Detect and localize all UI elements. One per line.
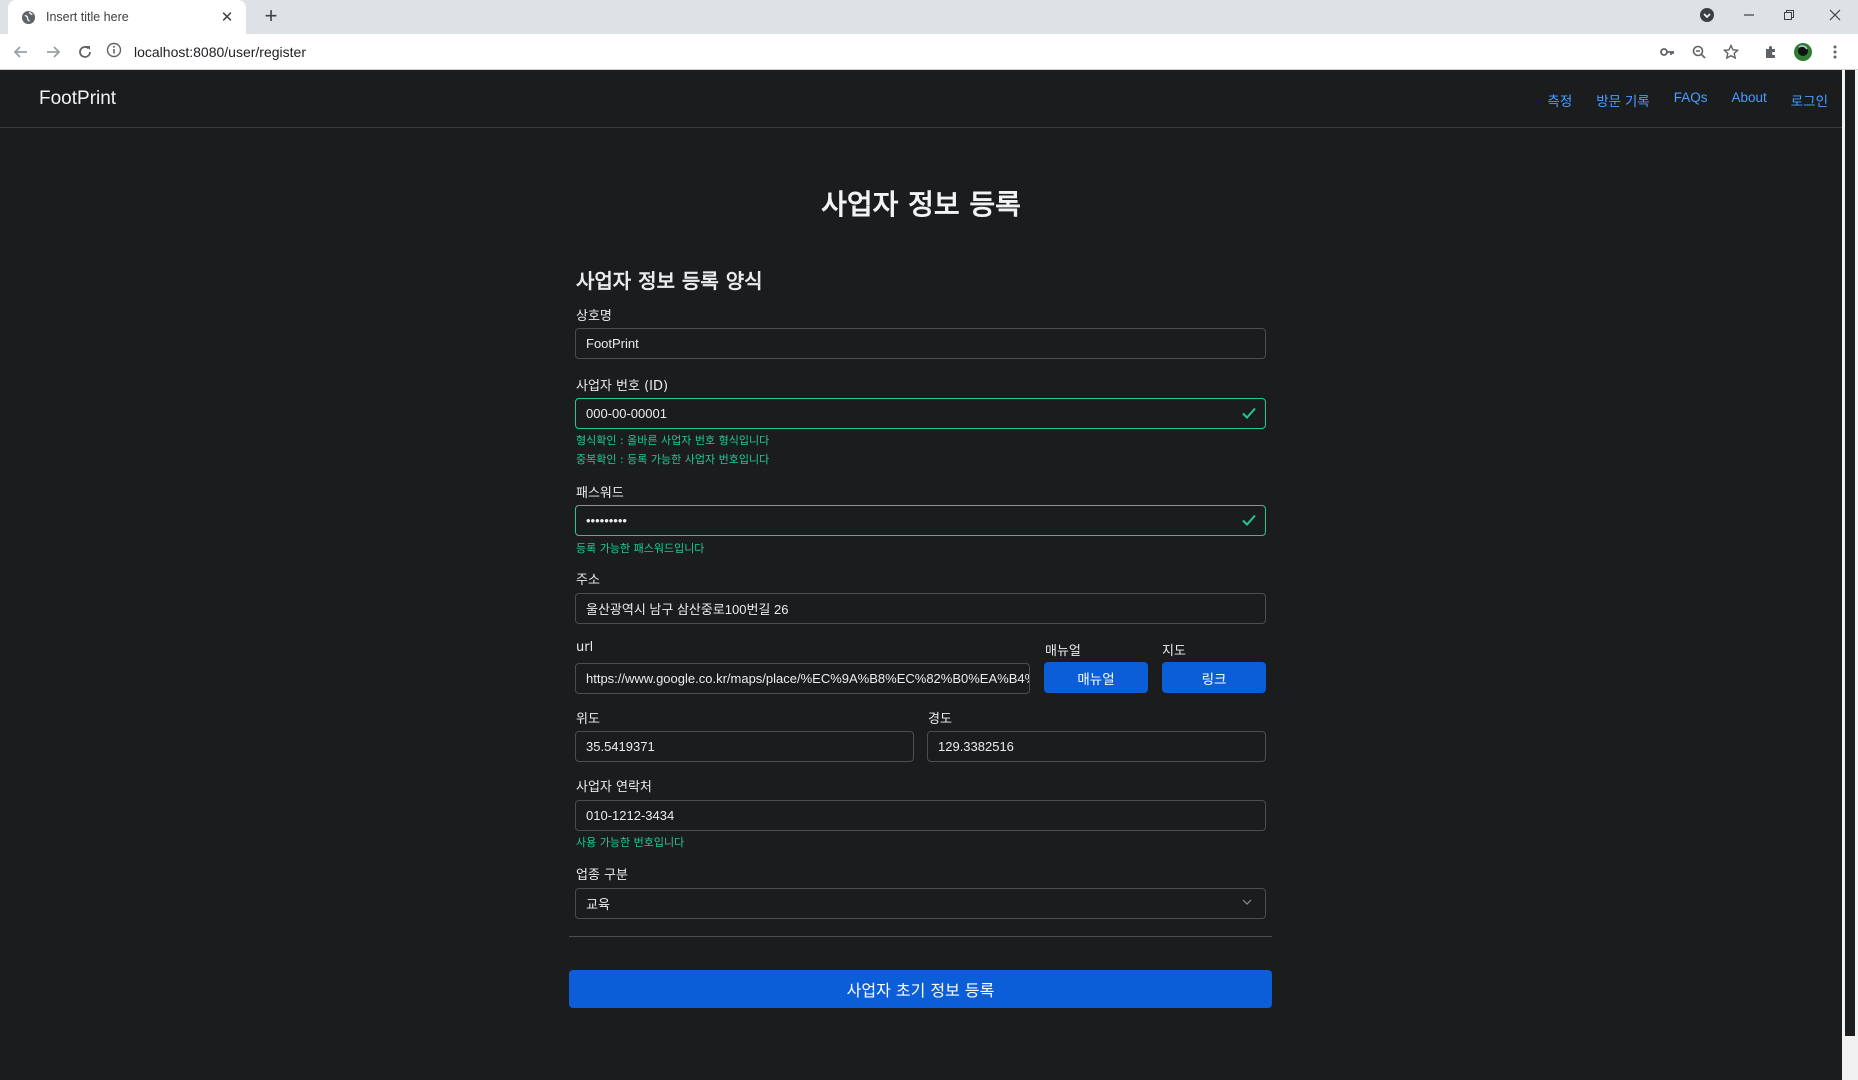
latitude-input[interactable]: 35.5419371 (575, 731, 914, 762)
nav-link-visit-history[interactable]: 방문 기록 (1596, 90, 1649, 110)
latitude-label: 위도 (576, 712, 600, 727)
contact-input[interactable]: 010-1212-3434 (575, 800, 1266, 831)
address-label: 주소 (576, 573, 600, 588)
back-icon[interactable] (10, 41, 32, 63)
business-name-label: 상호명 (576, 309, 612, 324)
address-input[interactable]: 울산광역시 남구 삼산중로100번길 26 (575, 593, 1266, 624)
profile-dropdown-icon[interactable] (1690, 0, 1724, 30)
tab-title: Insert title here (46, 10, 129, 24)
nav-link-measure[interactable]: 측정 (1547, 90, 1572, 110)
form-title: 사업자 정보 등록 양식 (576, 269, 763, 293)
business-number-label: 사업자 번호 (ID) (576, 379, 669, 394)
key-icon[interactable] (1656, 41, 1678, 63)
tab-close-icon[interactable]: ✕ (218, 8, 236, 26)
restore-icon[interactable] (1766, 0, 1812, 30)
password-label: 패스워드 (576, 486, 624, 501)
latitude-value: 35.5419371 (586, 739, 655, 754)
manual-label: 매뉴얼 (1045, 644, 1081, 659)
business-number-value: 000-00-00001 (586, 406, 667, 421)
business-number-duplicate-msg: 중복확인 : 등록 가능한 사업자 번호입니다 (576, 453, 770, 466)
zoom-icon[interactable] (1688, 41, 1710, 63)
manual-button[interactable]: 매뉴얼 (1044, 662, 1148, 693)
business-number-format-msg: 형식확인 : 올바른 사업자 번호 형식입니다 (576, 434, 770, 447)
category-label: 업종 구분 (576, 868, 628, 883)
contact-label: 사업자 연락처 (576, 780, 652, 795)
nav-link-about[interactable]: About (1731, 90, 1766, 110)
address-url: localhost:8080/user/register (134, 44, 306, 60)
valid-check-icon (1241, 512, 1257, 531)
profile-avatar[interactable] (1792, 41, 1814, 63)
longitude-value: 129.3382516 (938, 739, 1014, 754)
submit-register-button[interactable]: 사업자 초기 정보 등록 (569, 970, 1272, 1008)
scrollbar-thumb[interactable] (1845, 70, 1855, 1036)
site-navbar: FootPrint 측정 방문 기록 FAQs About 로그인 (0, 70, 1842, 128)
password-value: ••••••••• (586, 513, 627, 528)
password-input[interactable]: ••••••••• (575, 505, 1266, 536)
password-valid-msg: 등록 가능한 패스워드입니다 (576, 542, 705, 555)
address-value: 울산광역시 남구 삼산중로100번길 26 (586, 602, 789, 617)
extensions-icon[interactable] (1760, 41, 1782, 63)
menu-icon[interactable] (1824, 41, 1846, 63)
browser-tabbar: Insert title here ✕ + (0, 0, 1858, 34)
globe-icon (20, 9, 36, 25)
site-info-icon[interactable] (106, 42, 122, 62)
window-close-icon[interactable] (1812, 0, 1858, 30)
chevron-down-icon (1241, 896, 1253, 911)
category-select[interactable]: 교육 (575, 888, 1266, 919)
form-divider (569, 936, 1272, 937)
nav-link-login[interactable]: 로그인 (1791, 90, 1828, 110)
page-scrollbar[interactable] (1842, 70, 1858, 1080)
category-value: 교육 (586, 897, 610, 912)
contact-valid-msg: 사용 가능한 번호입니다 (576, 836, 685, 849)
browser-tab[interactable]: Insert title here ✕ (8, 0, 246, 34)
brand-logo[interactable]: FootPrint (39, 88, 116, 110)
url-input[interactable]: https://www.google.co.kr/maps/place/%EC%… (575, 663, 1030, 694)
url-value: https://www.google.co.kr/maps/place/%EC%… (586, 671, 1030, 686)
nav-link-faqs[interactable]: FAQs (1674, 90, 1708, 110)
longitude-label: 경도 (928, 712, 952, 727)
map-label: 지도 (1162, 644, 1186, 659)
longitude-input[interactable]: 129.3382516 (927, 731, 1266, 762)
address-bar[interactable]: localhost:8080/user/register (106, 38, 1666, 66)
reload-icon[interactable] (74, 41, 96, 63)
valid-check-icon (1241, 405, 1257, 424)
business-name-input[interactable]: FootPrint (575, 328, 1266, 359)
forward-icon[interactable] (42, 41, 64, 63)
business-number-input[interactable]: 000-00-00001 (575, 398, 1266, 429)
contact-value: 010-1212-3434 (586, 808, 675, 823)
bookmark-star-icon[interactable] (1720, 41, 1742, 63)
new-tab-button[interactable]: + (258, 4, 284, 30)
nav-links: 측정 방문 기록 FAQs About 로그인 (1523, 90, 1828, 110)
map-link-button[interactable]: 링크 (1162, 662, 1266, 693)
page-title: 사업자 정보 등록 (821, 188, 1021, 221)
url-label: url (576, 640, 594, 655)
browser-toolbar: localhost:8080/user/register (0, 34, 1858, 70)
business-name-value: FootPrint (586, 336, 639, 351)
